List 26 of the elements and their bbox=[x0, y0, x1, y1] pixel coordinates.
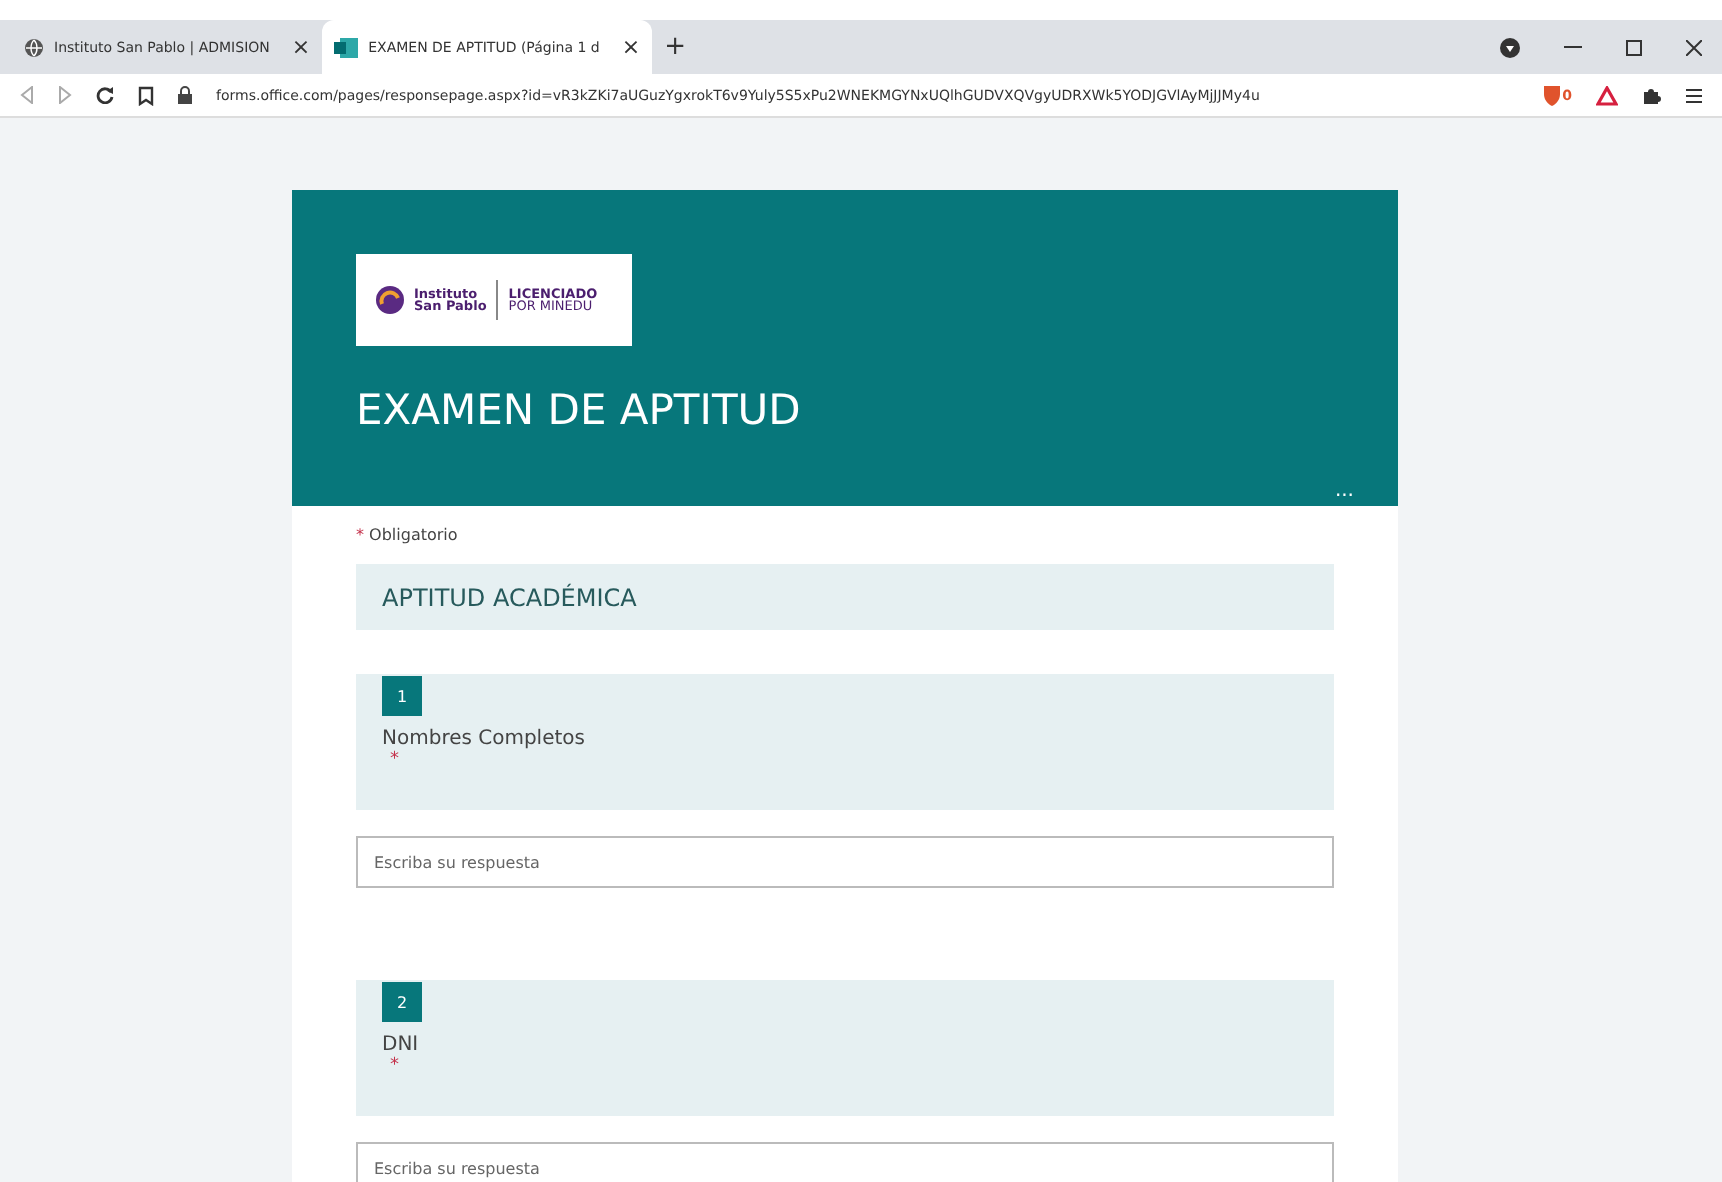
required-mark: * bbox=[390, 750, 401, 770]
minimize-icon[interactable] bbox=[1564, 45, 1582, 49]
bookmark-icon[interactable] bbox=[138, 85, 154, 105]
globe-icon bbox=[24, 37, 44, 57]
close-icon[interactable]: × bbox=[291, 34, 311, 60]
section-title: APTITUD ACADÉMICA bbox=[356, 564, 1334, 630]
required-note: * Obligatorio bbox=[356, 526, 460, 544]
more-button[interactable]: ... bbox=[1334, 480, 1354, 502]
answer-field[interactable]: Escriba su respuesta bbox=[356, 836, 1334, 888]
form-title: EXAMEN DE APTITUD bbox=[356, 386, 803, 434]
maximize-icon[interactable] bbox=[1626, 39, 1642, 55]
close-icon[interactable] bbox=[1686, 39, 1702, 55]
question-label: Nombres Completos bbox=[382, 728, 587, 750]
question-label: DNI bbox=[382, 1034, 421, 1056]
required-mark: * bbox=[390, 1056, 401, 1076]
question-number: 1 bbox=[382, 676, 422, 716]
reload-icon[interactable] bbox=[96, 86, 114, 104]
question-number: 2 bbox=[382, 982, 422, 1022]
triangle-icon[interactable] bbox=[1596, 85, 1618, 105]
answer-field[interactable]: Escriba su respuesta bbox=[356, 1142, 1334, 1182]
puzzle-icon[interactable] bbox=[1642, 85, 1662, 105]
lock-icon bbox=[178, 86, 192, 104]
close-icon[interactable]: × bbox=[621, 34, 641, 60]
download-icon[interactable] bbox=[1500, 37, 1520, 57]
new-tab-button[interactable]: + bbox=[664, 32, 686, 62]
menu-icon[interactable] bbox=[1686, 87, 1702, 103]
